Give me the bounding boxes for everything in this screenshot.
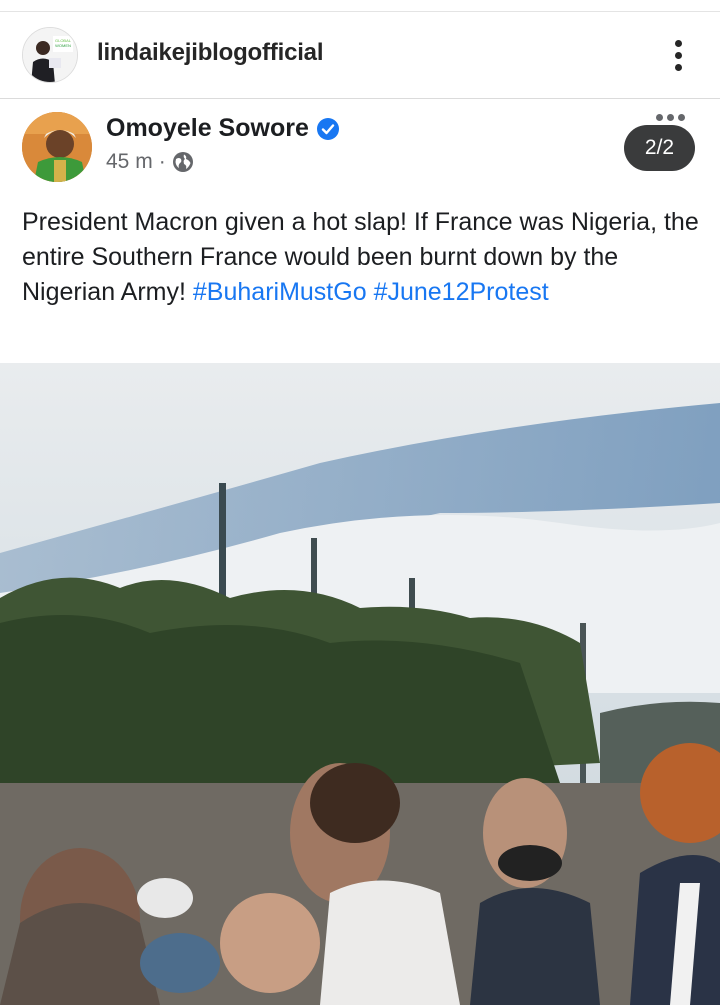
hashtag-link[interactable]: #June12Protest (374, 278, 549, 306)
svg-text:WOMEN: WOMEN (55, 43, 71, 48)
author-avatar (22, 112, 92, 182)
post-text: President Macron given a hot slap! If Fr… (22, 205, 702, 310)
top-edge (0, 0, 720, 12)
author-row: Omoyele Sowore (106, 114, 339, 143)
post-time[interactable]: 45 m (106, 150, 153, 174)
post-meta: 45 m · (106, 150, 194, 174)
video-still[interactable] (0, 363, 720, 1005)
verified-check-icon (316, 117, 339, 140)
media-counter: 2/2 (624, 125, 695, 171)
account-username[interactable]: lindaikejiblogofficial (97, 39, 323, 67)
instagram-post-header: GLOBAL WOMEN lindaikejiblogofficial (0, 13, 720, 99)
author-name[interactable]: Omoyele Sowore (106, 114, 309, 143)
post-menu-dots-icon[interactable] (656, 114, 685, 121)
account-avatar[interactable]: GLOBAL WOMEN (22, 27, 78, 83)
hashtag-link[interactable]: #BuhariMustGo (193, 278, 367, 306)
globe-icon (172, 152, 193, 172)
vertical-dots-icon[interactable] (664, 35, 692, 75)
facebook-post-screenshot: Omoyele Sowore 45 m · 2/2 President Macr… (0, 100, 720, 1005)
meta-separator: · (158, 150, 166, 173)
